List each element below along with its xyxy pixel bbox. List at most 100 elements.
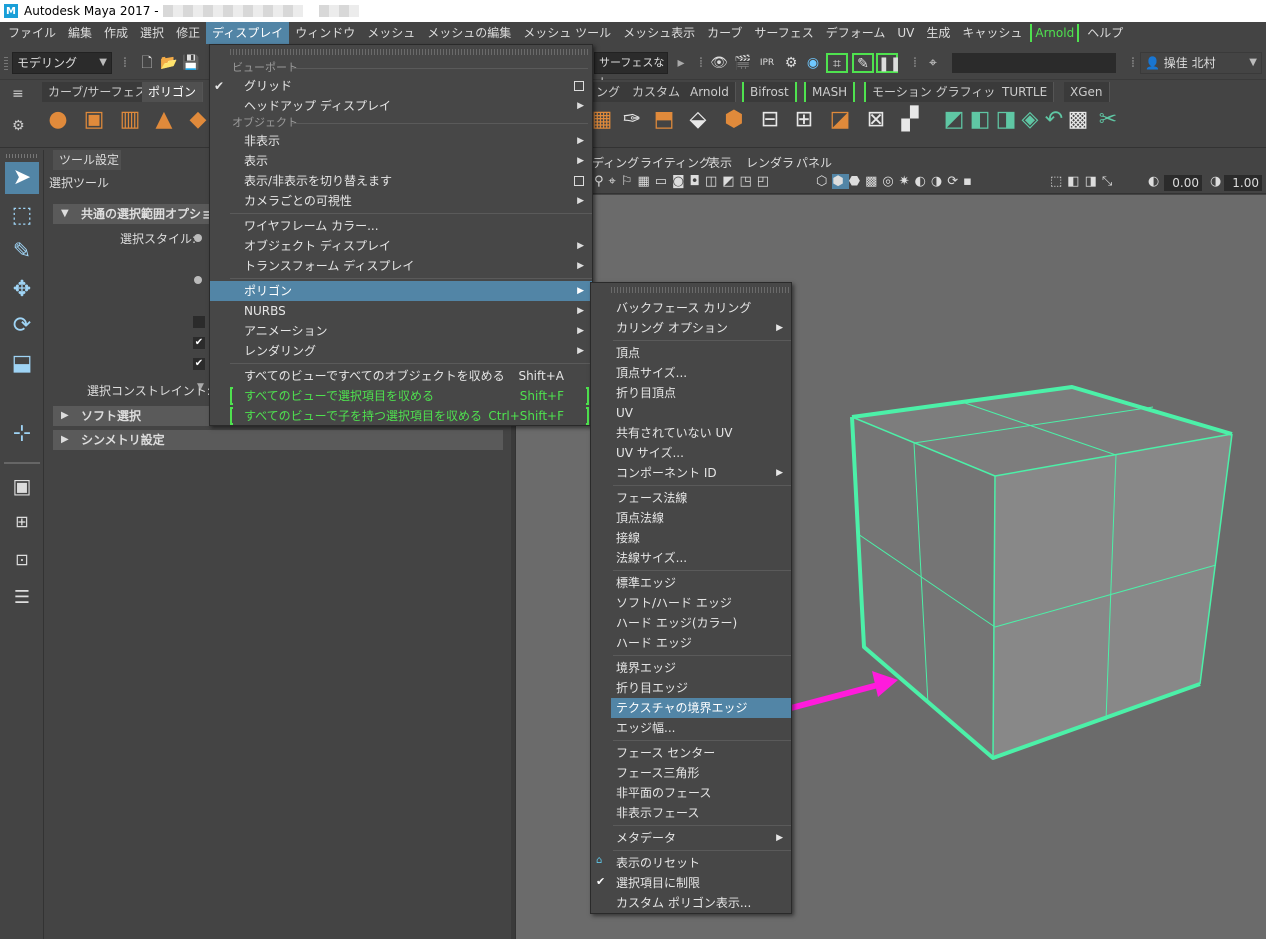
shelf-tab-arnold[interactable]: Arnold bbox=[684, 82, 736, 102]
menu-item-nonplanar-faces[interactable]: 非平面のフェース bbox=[611, 783, 791, 803]
new-scene-icon[interactable]: 🗋 bbox=[138, 54, 156, 72]
menu-modify[interactable]: 修正 bbox=[170, 22, 206, 44]
uv-cylindrical-icon[interactable]: ◧ bbox=[966, 106, 994, 134]
shelf-tab-mash[interactable]: MASH bbox=[804, 82, 856, 102]
poly-plane-icon[interactable]: ◆ bbox=[184, 106, 212, 134]
menu-item-hard-edges-color[interactable]: ハード エッジ(カラー) bbox=[611, 613, 791, 633]
menu-item-hide[interactable]: 非表示 ▶ bbox=[210, 131, 592, 151]
menu-item-uv[interactable]: UV bbox=[611, 403, 791, 423]
menu-item-face-triangles[interactable]: フェース三角形 bbox=[611, 763, 791, 783]
menu-help[interactable]: ヘルプ bbox=[1081, 22, 1129, 44]
poly-sphere-icon[interactable]: ● bbox=[44, 106, 72, 134]
menu-item-limit-to-selected[interactable]: 選択項目に制限 bbox=[611, 873, 791, 893]
menu-surfaces[interactable]: サーフェス bbox=[748, 22, 819, 44]
smooth-icon[interactable]: ▞ bbox=[896, 106, 924, 134]
menu-mesh[interactable]: メッシュ bbox=[361, 22, 421, 44]
extrude-icon[interactable]: ⬒ bbox=[650, 106, 678, 134]
menu-item-texture-border-edges[interactable]: テクスチャの境界エッジ bbox=[611, 698, 791, 718]
quick-input-field[interactable] bbox=[952, 53, 1116, 73]
menu-item-object-display[interactable]: オブジェクト ディスプレイ ▶ bbox=[210, 236, 592, 256]
menu-item-hidden-faces[interactable]: 非表示フェース bbox=[611, 803, 791, 823]
bevel-icon[interactable]: ⬢ bbox=[720, 106, 748, 134]
pause-icon[interactable]: ❚❚ bbox=[876, 53, 901, 73]
viewport-isolate-icons[interactable]: ⬚◧◨⤡ bbox=[1050, 174, 1117, 189]
menu-item-backface-culling[interactable]: バックフェース カリング bbox=[611, 298, 791, 318]
viewport-menu-renderer[interactable]: レンダラ bbox=[746, 154, 794, 171]
menu-item-frame-all[interactable]: すべてのビューですべてのオブジェクトを収める Shift+A bbox=[210, 366, 592, 386]
menu-item-culling-options[interactable]: カリング オプション ▶ bbox=[611, 318, 791, 338]
menu-item-crease-vertices[interactable]: 折り目頂点 bbox=[611, 383, 791, 403]
menu-item-metadata[interactable]: メタデータ ▶ bbox=[611, 828, 791, 848]
shelf-settings-gear-icon[interactable]: ⚙ bbox=[12, 118, 25, 134]
gamma-field[interactable]: 1.00 bbox=[1224, 175, 1262, 191]
single-perspective-layout-icon[interactable]: ▣ bbox=[5, 470, 39, 502]
ipr-render-icon[interactable]: IPR bbox=[758, 54, 776, 72]
persp-outliner-layout-icon[interactable]: ⊡ bbox=[5, 544, 39, 576]
menu-item-tangents[interactable]: 接線 bbox=[611, 528, 791, 548]
menu-generate[interactable]: 生成 bbox=[920, 22, 956, 44]
poly-cone-icon[interactable]: ▲ bbox=[150, 106, 178, 134]
bridge-icon[interactable]: ⬙ bbox=[684, 106, 712, 134]
show-manipulator-icon[interactable]: ⊹ bbox=[5, 418, 39, 450]
viewport-shading-icons[interactable]: ⬡⬢⬣▩◎✷◐◑⟳▪ bbox=[816, 174, 977, 189]
shelf-tab-xgen[interactable]: XGen bbox=[1064, 82, 1110, 102]
menu-item-vertex-normals[interactable]: 頂点法線 bbox=[611, 508, 791, 528]
menu-item-transform-display[interactable]: トランスフォーム ディスプレイ ▶ bbox=[210, 256, 592, 276]
shelf-tab-bifrost[interactable]: Bifrost bbox=[742, 82, 797, 102]
exposure-field[interactable]: 0.00 bbox=[1164, 175, 1202, 191]
menu-item-reset-display[interactable]: 表示のリセット bbox=[611, 853, 791, 873]
cube-mesh[interactable] bbox=[850, 385, 1233, 760]
tear-off-grip[interactable] bbox=[230, 49, 590, 55]
scale-tool-icon[interactable]: ⬓ bbox=[5, 348, 39, 380]
shelf-menu-icon[interactable]: ≡ bbox=[12, 86, 24, 102]
outliner-icon[interactable]: ☰ bbox=[5, 582, 39, 614]
option-checkbox-empty[interactable] bbox=[193, 316, 205, 328]
option-checkbox-1[interactable]: ✔ bbox=[193, 337, 205, 349]
menu-item-polygon[interactable]: ポリゴン ▶ bbox=[210, 281, 592, 301]
menu-uv[interactable]: UV bbox=[891, 22, 920, 44]
menu-item-rendering[interactable]: レンダリング ▶ bbox=[210, 341, 592, 361]
viewport-menu-panels[interactable]: パネル bbox=[796, 154, 832, 171]
poly-cube-icon[interactable]: ▣ bbox=[80, 106, 108, 134]
option-radio[interactable] bbox=[194, 276, 202, 284]
menu-item-vertex-size[interactable]: 頂点サイズ... bbox=[611, 363, 791, 383]
section-symmetry[interactable]: ▶ シンメトリ設定 bbox=[53, 430, 503, 450]
select-style-radio[interactable] bbox=[194, 234, 202, 242]
shelf-tab-curves-surfaces[interactable]: カーブ/サーフェス bbox=[42, 82, 154, 102]
four-view-layout-icon[interactable]: ⊞ bbox=[5, 506, 39, 538]
menu-item-unshared-uv[interactable]: 共有されていない UV bbox=[611, 423, 791, 443]
viewport-menu-shading[interactable]: ディング bbox=[592, 154, 639, 171]
menu-arnold[interactable]: Arnold bbox=[1030, 24, 1080, 42]
multi-cut-icon[interactable]: ✑ bbox=[618, 106, 646, 134]
shelf-tab-custom[interactable]: カスタム bbox=[626, 82, 688, 102]
open-scene-icon[interactable]: 📂 bbox=[160, 54, 178, 72]
chevron-down-icon[interactable]: ▼ bbox=[197, 382, 204, 392]
render-view-icon[interactable]: 👁 bbox=[710, 54, 728, 72]
menu-deform[interactable]: デフォーム bbox=[820, 22, 892, 44]
surface-filter-dropdown[interactable]: サーフェスなし bbox=[594, 52, 668, 89]
menu-item-crease-edges[interactable]: 折り目エッジ bbox=[611, 678, 791, 698]
menu-item-edge-width[interactable]: エッジ幅... bbox=[611, 718, 791, 738]
menu-item-toggle-visibility[interactable]: 表示/非表示を切り替えます bbox=[210, 171, 592, 191]
uv-planar-icon[interactable]: ◩ bbox=[940, 106, 968, 134]
hypershade-icon[interactable]: ◉ bbox=[804, 54, 822, 72]
menu-item-frame-selection-children[interactable]: すべてのビューで子を持つ選択項目を収める Ctrl+Shift+F bbox=[210, 406, 592, 426]
append-polygon-icon[interactable]: ◪ bbox=[826, 106, 854, 134]
input-selection-icon[interactable]: ⌖ bbox=[924, 54, 942, 72]
mode-dropdown[interactable]: モデリング ▼ bbox=[12, 52, 112, 74]
viewport-camera-tools-icons[interactable]: ⚲⌖⚐▦▭◙◘◫◩◳◰ bbox=[594, 174, 774, 189]
move-tool-icon[interactable]: ✥ bbox=[5, 274, 39, 306]
poly-cylinder-icon[interactable]: ▥ bbox=[116, 106, 144, 134]
option-checkbox-2[interactable]: ✔ bbox=[193, 358, 205, 370]
menu-item-show[interactable]: 表示 ▶ bbox=[210, 151, 592, 171]
menu-item-vertices[interactable]: 頂点 bbox=[611, 343, 791, 363]
select-tool-icon[interactable]: ➤ bbox=[5, 162, 39, 194]
menu-edit-mesh[interactable]: メッシュの編集 bbox=[421, 22, 517, 44]
menu-item-hard-edges[interactable]: ハード エッジ bbox=[611, 633, 791, 653]
menu-item-face-centers[interactable]: フェース センター bbox=[611, 743, 791, 763]
viewport-menu-lighting[interactable]: ライティング bbox=[640, 154, 711, 171]
rotate-tool-icon[interactable]: ⟳ bbox=[5, 310, 39, 342]
menu-curves[interactable]: カーブ bbox=[701, 22, 748, 44]
menu-item-frame-selection[interactable]: すべてのビューで選択項目を収める Shift+F bbox=[210, 386, 592, 406]
triangle-right-icon[interactable]: ▸ bbox=[672, 54, 690, 72]
